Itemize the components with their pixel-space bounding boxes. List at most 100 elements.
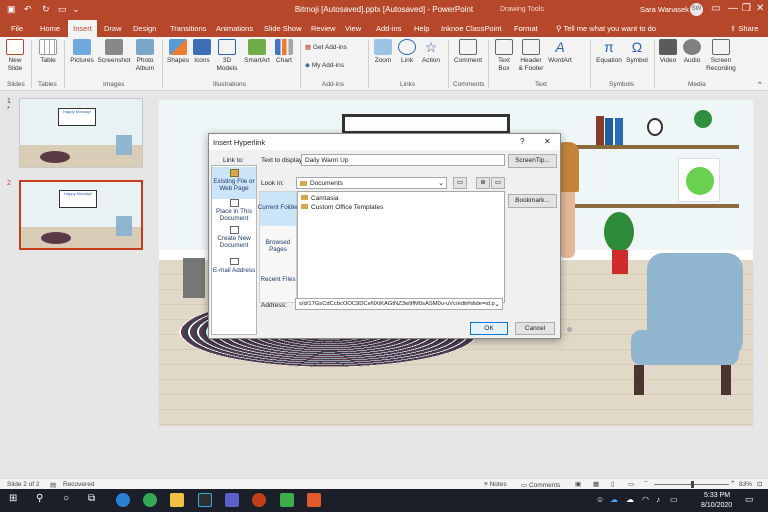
user-name[interactable]: Sara Wanasek: [640, 5, 689, 14]
collapse-ribbon-icon[interactable]: ⌃: [757, 81, 763, 89]
look-in-dropdown[interactable]: Documents ⌄: [296, 177, 447, 189]
audio-button[interactable]: Audio: [681, 39, 703, 65]
accessibility-icon[interactable]: ▤: [50, 481, 56, 489]
zoom-button[interactable]: Zoom: [372, 39, 394, 65]
slide-thumbnail[interactable]: Happy Monday!: [19, 98, 143, 168]
tell-me-search[interactable]: ⚲ Tell me what you want to do: [556, 24, 656, 33]
tab-animations[interactable]: Animations: [216, 24, 253, 33]
close-icon[interactable]: ✕: [544, 137, 551, 146]
restore-icon[interactable]: ❐: [742, 3, 751, 14]
screentip-button[interactable]: ScreenTip...: [508, 154, 557, 168]
text-to-display-input[interactable]: Daily Warm Up: [301, 154, 505, 166]
onedrive-icon[interactable]: ☁: [610, 495, 618, 504]
link-option-place-in-document[interactable]: Place in This Document: [212, 208, 256, 222]
side-item-recent-files[interactable]: Recent Files: [256, 276, 300, 283]
tab-classpoint[interactable]: Inknoe ClassPoint: [441, 24, 501, 33]
chart-button[interactable]: Chart: [273, 39, 295, 65]
slide-thumbnail-selected[interactable]: Happy Monday!: [19, 180, 143, 250]
comment-button[interactable]: Comment: [451, 39, 485, 65]
file-explorer-icon[interactable]: [170, 493, 184, 507]
equation-button[interactable]: π Equation: [594, 39, 624, 65]
cancel-button[interactable]: Cancel: [515, 322, 555, 335]
shapes-button[interactable]: Shapes: [166, 39, 190, 65]
zoom-slider-thumb[interactable]: [691, 481, 694, 488]
get-add-ins-button[interactable]: ▦ Get Add-ins: [305, 44, 365, 52]
tab-help[interactable]: Help: [414, 24, 429, 33]
link-option-create-new-document[interactable]: Create New Document: [212, 235, 256, 249]
wifi-icon[interactable]: ◠: [642, 495, 649, 504]
tab-format[interactable]: Format: [514, 24, 538, 33]
volume-icon[interactable]: ♪: [656, 495, 660, 504]
table-button[interactable]: Table: [36, 39, 60, 65]
teams-icon[interactable]: [225, 493, 239, 507]
close-window-icon[interactable]: ✕: [756, 3, 764, 14]
action-button[interactable]: ☆ Action: [419, 39, 443, 65]
tab-slide-show[interactable]: Slide Show: [264, 24, 302, 33]
zoom-out-icon[interactable]: −: [644, 479, 648, 486]
chrome-icon[interactable]: [143, 493, 157, 507]
browse-file-button[interactable]: ▭: [491, 177, 505, 189]
minimize-icon[interactable]: —: [728, 3, 738, 14]
notes-button[interactable]: ≡ Notes: [484, 481, 507, 488]
screenshot-button[interactable]: Screenshot: [96, 39, 132, 65]
tab-home[interactable]: Home: [40, 24, 60, 33]
header-footer-button[interactable]: Header & Footer: [516, 39, 546, 73]
photo-album-button[interactable]: Photo Album: [132, 39, 158, 73]
browse-web-button[interactable]: ⊕: [476, 177, 490, 189]
camtasia-recorder-icon[interactable]: [307, 493, 321, 507]
task-view-icon[interactable]: ⧉: [88, 493, 95, 504]
link-option-existing-file[interactable]: Existing File or Web Page: [212, 178, 256, 192]
tab-design[interactable]: Design: [133, 24, 156, 33]
pictures-button[interactable]: Pictures: [68, 39, 96, 65]
edge-icon[interactable]: [116, 493, 130, 507]
tab-view[interactable]: View: [345, 24, 361, 33]
share-button[interactable]: ⇪ Share: [730, 24, 758, 33]
clock-date[interactable]: 8/10/2020: [701, 502, 732, 509]
tab-review[interactable]: Review: [311, 24, 336, 33]
battery-icon[interactable]: ▭: [670, 495, 678, 504]
tab-add-ins[interactable]: Add-ins: [376, 24, 401, 33]
fit-slide-icon[interactable]: ⊡: [757, 480, 762, 488]
camtasia-icon[interactable]: [280, 493, 294, 507]
list-item[interactable]: Camtasia: [301, 195, 338, 202]
normal-view-icon[interactable]: ▣: [575, 480, 581, 488]
link-option-email-address[interactable]: E-mail Address: [212, 267, 256, 274]
powerpoint-icon[interactable]: [252, 493, 266, 507]
slide-sorter-icon[interactable]: ▦: [593, 480, 599, 488]
tab-insert[interactable]: Insert: [68, 20, 97, 37]
notification-icon[interactable]: ▭: [745, 494, 754, 505]
video-button[interactable]: Video: [657, 39, 679, 65]
tab-file[interactable]: File: [11, 24, 23, 33]
windows-start-icon[interactable]: ⊞: [9, 493, 17, 504]
wordart-button[interactable]: A WordArt: [546, 39, 574, 65]
smartart-button[interactable]: SmartArt: [242, 39, 272, 65]
bookmark-button[interactable]: Bookmark...: [508, 194, 557, 208]
clock-time[interactable]: 5:33 PM: [704, 492, 730, 499]
reading-view-icon[interactable]: ▯: [611, 480, 615, 488]
symbol-button[interactable]: Ω Symbol: [624, 39, 650, 65]
my-add-ins-button[interactable]: ◆ My Add-ins: [305, 62, 365, 70]
comments-button[interactable]: ▭ Comments: [521, 481, 560, 489]
screen-recording-button[interactable]: Screen Recording: [704, 39, 738, 73]
list-item[interactable]: Custom Office Templates: [301, 204, 383, 211]
up-folder-button[interactable]: ▭: [453, 177, 467, 189]
icons-button[interactable]: Icons: [191, 39, 213, 65]
onedrive-icon[interactable]: ☁: [626, 495, 634, 504]
avatar[interactable]: SW: [690, 3, 703, 16]
link-button[interactable]: Link: [396, 39, 418, 65]
cortana-icon[interactable]: ○: [63, 493, 69, 504]
zoom-in-icon[interactable]: +: [731, 479, 735, 486]
3d-models-button[interactable]: 3D Models: [214, 39, 240, 73]
zoom-level[interactable]: 83%: [739, 481, 752, 488]
slideshow-icon[interactable]: ▭: [628, 480, 634, 488]
new-slide-button[interactable]: New Slide: [4, 39, 26, 73]
ok-button[interactable]: OK: [470, 322, 508, 335]
search-icon[interactable]: ⚲: [36, 493, 43, 504]
side-item-current-folder[interactable]: Current Folder: [256, 204, 300, 211]
ribbon-display-options-icon[interactable]: ▭: [711, 3, 720, 14]
address-input[interactable]: s/d/17GsCdCcbcOOC9DCeNXiKAGtNZ3w9fM0sASM…: [295, 298, 503, 310]
tab-draw[interactable]: Draw: [104, 24, 122, 33]
app-icon[interactable]: [198, 493, 212, 507]
tab-transitions[interactable]: Transitions: [170, 24, 206, 33]
selection-handle[interactable]: [567, 327, 572, 332]
